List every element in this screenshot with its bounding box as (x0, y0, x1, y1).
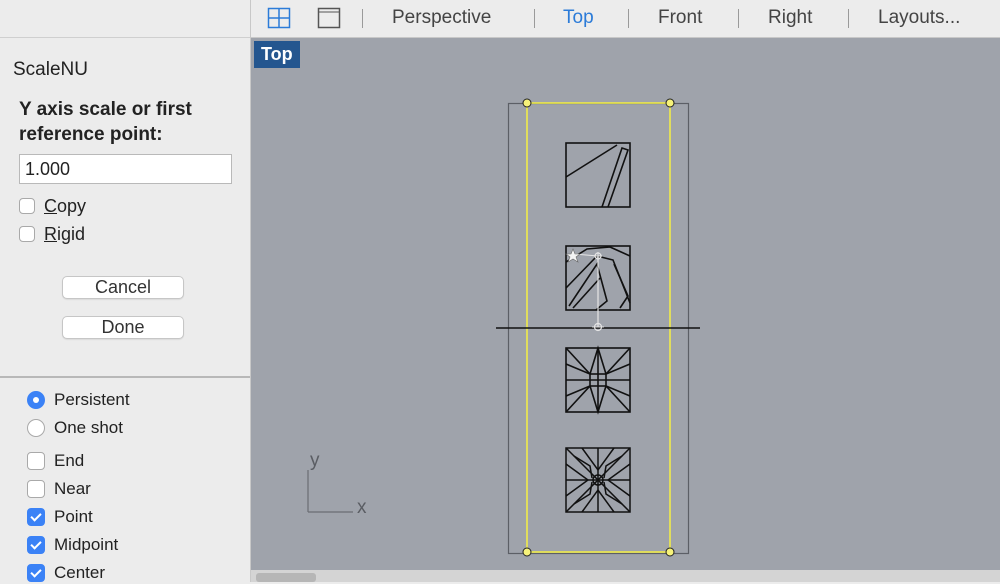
osnap-panel: Persistent One shot End Near Point Midpo… (0, 378, 250, 582)
top-viewport[interactable]: Top y x (251, 38, 1000, 570)
viewport-scroll-track (251, 570, 1000, 582)
tile-4 (565, 447, 631, 513)
snap-end[interactable]: End (27, 450, 84, 472)
snap-near[interactable]: Near (27, 478, 91, 500)
viewport-toolbar: Perspective Top Front Right Layouts... (251, 0, 1000, 38)
end-label: End (54, 451, 85, 470)
toolbar-separator (362, 9, 363, 28)
end-checkbox[interactable] (27, 452, 45, 470)
snap-center[interactable]: Center (27, 562, 105, 584)
snap-point[interactable]: Point (27, 506, 93, 528)
tab-perspective[interactable]: Perspective (392, 7, 491, 29)
toolbar-separator (628, 9, 629, 28)
command-title: ScaleNU (13, 59, 88, 80)
near-label: Near (54, 479, 91, 498)
tab-layouts[interactable]: Layouts... (878, 7, 960, 29)
rigid-option[interactable]: Rigid (19, 223, 85, 245)
toolbar-separator (534, 9, 535, 28)
rigid-checkbox[interactable] (19, 226, 35, 242)
midpoint-checkbox[interactable] (27, 536, 45, 554)
sidebar-header (0, 0, 250, 38)
copy-option[interactable]: Copy (19, 195, 86, 217)
toolbar-separator (738, 9, 739, 28)
single-viewport-icon[interactable] (317, 7, 341, 29)
axis-x-label: x (357, 497, 367, 518)
reference-point-marker (565, 248, 604, 332)
persistent-radio[interactable] (27, 391, 45, 409)
tile-1 (565, 142, 631, 208)
tile-3 (565, 345, 631, 415)
one-shot-label: One shot (54, 418, 123, 437)
snap-midpoint[interactable]: Midpoint (27, 534, 118, 556)
tab-front[interactable]: Front (658, 7, 702, 29)
point-label: Point (54, 507, 93, 526)
rigid-label: Rigid (44, 223, 86, 244)
center-checkbox[interactable] (27, 564, 45, 582)
scale-value-input[interactable] (19, 154, 232, 184)
point-checkbox[interactable] (27, 508, 45, 526)
copy-label: Copy (44, 195, 87, 216)
tab-right[interactable]: Right (768, 7, 812, 29)
viewport-scroll-thumb[interactable] (256, 573, 316, 582)
near-checkbox[interactable] (27, 480, 45, 498)
midpoint-label: Midpoint (54, 535, 119, 554)
command-options-panel: ScaleNU Y axis scale or first reference … (0, 38, 250, 376)
one-shot-radio[interactable] (27, 419, 45, 437)
done-button[interactable]: Done (62, 316, 184, 339)
toolbar-separator (848, 9, 849, 28)
cancel-button[interactable]: Cancel (62, 276, 184, 299)
axis-y-label: y (310, 450, 320, 471)
command-sidebar: ScaleNU Y axis scale or first reference … (0, 0, 251, 582)
copy-checkbox[interactable] (19, 198, 35, 214)
mode-one-shot[interactable]: One shot (27, 417, 123, 439)
command-prompt: Y axis scale or first reference point: (19, 99, 192, 145)
mode-persistent[interactable]: Persistent (27, 389, 130, 411)
persistent-label: Persistent (54, 390, 130, 409)
tab-top[interactable]: Top (563, 7, 594, 29)
viewport-canvas[interactable]: y x (251, 38, 1000, 570)
world-axes-icon (307, 470, 353, 513)
four-viewports-icon[interactable] (267, 7, 291, 29)
center-label: Center (54, 563, 106, 582)
